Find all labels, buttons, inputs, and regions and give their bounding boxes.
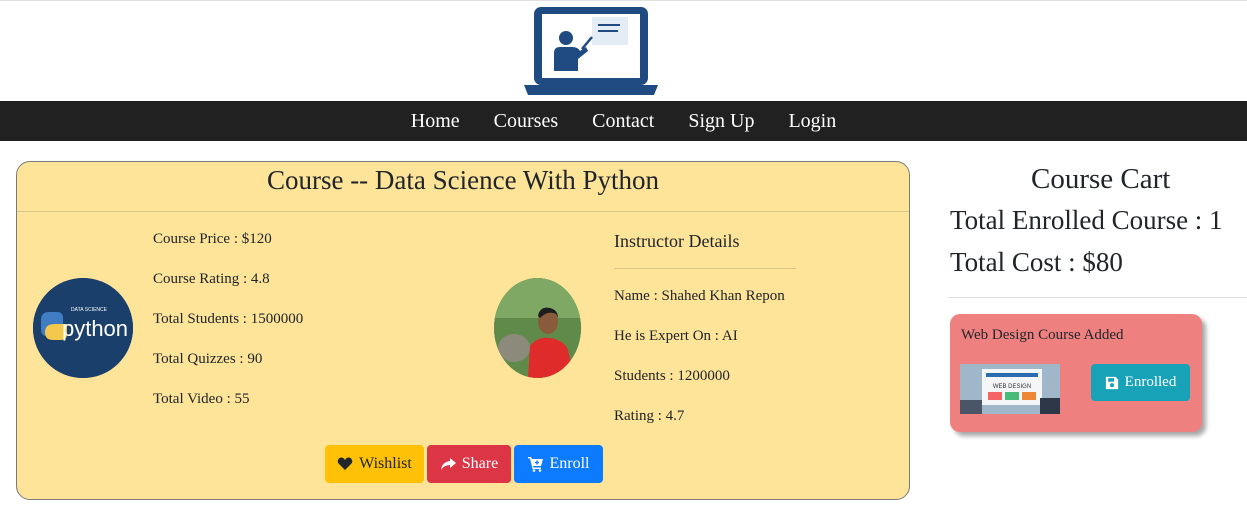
python-logo-text: python (62, 316, 128, 341)
instructor-divider (614, 268, 796, 269)
share-icon (440, 458, 456, 470)
course-rating: Course Rating : 4.8 (153, 271, 270, 287)
share-button-label: Share (461, 455, 499, 472)
course-card: Course -- Data Science With Python DATA … (16, 161, 910, 500)
cart-icon (527, 457, 543, 472)
cart-added-course-card: Web Design Course Added WEB DESIGN Enrol… (950, 314, 1202, 432)
site-logo[interactable] (522, 5, 660, 97)
cart-total-enrolled: Total Enrolled Course : 1 (950, 205, 1223, 235)
instructor-name: Name : Shahed Khan Repon (614, 288, 785, 304)
cart-title: Course Cart (1031, 163, 1171, 195)
web-design-thumbnail-text: WEB DESIGN (993, 384, 1031, 390)
course-title: Course -- Data Science With Python (266, 165, 660, 195)
enrolled-button[interactable]: Enrolled (1091, 364, 1190, 401)
main-navbar: Home Courses Contact Sign Up Login (0, 101, 1247, 141)
teacher-laptop-logo-icon (524, 7, 658, 95)
card-divider (17, 211, 909, 212)
heart-icon (337, 457, 353, 470)
share-button[interactable]: Share (427, 445, 511, 483)
instructor-expertise: He is Expert On : AI (614, 328, 738, 344)
enrolled-button-label: Enrolled (1124, 374, 1177, 390)
instructor-heading: Instructor Details (614, 231, 740, 251)
course-total-video: Total Video : 55 (153, 391, 250, 407)
nav-courses-link[interactable]: Courses (494, 101, 558, 141)
nav-signup-link[interactable]: Sign Up (688, 101, 754, 141)
instructor-photo (494, 278, 581, 378)
course-total-quizzes: Total Quizzes : 90 (153, 351, 263, 367)
enroll-button[interactable]: Enroll (514, 445, 603, 483)
web-design-course-image: WEB DESIGN (960, 364, 1060, 414)
course-image: DATA SCIENCE python (33, 278, 133, 378)
cart-added-course-text: Web Design Course Added (961, 327, 1124, 343)
instructor-rating: Rating : 4.7 (614, 408, 685, 424)
course-total-students: Total Students : 1500000 (153, 311, 304, 327)
wishlist-button[interactable]: Wishlist (325, 445, 424, 483)
nav-home-link[interactable]: Home (411, 101, 460, 141)
enroll-button-label: Enroll (549, 455, 590, 472)
nav-login-link[interactable]: Login (788, 101, 836, 141)
top-border (0, 0, 1247, 1)
course-price: Course Price : $120 (153, 231, 272, 247)
save-icon (1105, 376, 1118, 389)
instructor-students: Students : 1200000 (614, 368, 730, 384)
python-logo-small-text: DATA SCIENCE (71, 307, 108, 313)
python-logo-image: DATA SCIENCE python (33, 278, 133, 378)
cart-divider (948, 297, 1247, 298)
nav-contact-link[interactable]: Contact (592, 101, 654, 141)
cart-total-cost: Total Cost : $80 (950, 247, 1123, 277)
web-design-thumbnail: WEB DESIGN (960, 364, 1060, 414)
instructor-avatar (494, 278, 581, 378)
wishlist-button-label: Wishlist (359, 455, 412, 472)
